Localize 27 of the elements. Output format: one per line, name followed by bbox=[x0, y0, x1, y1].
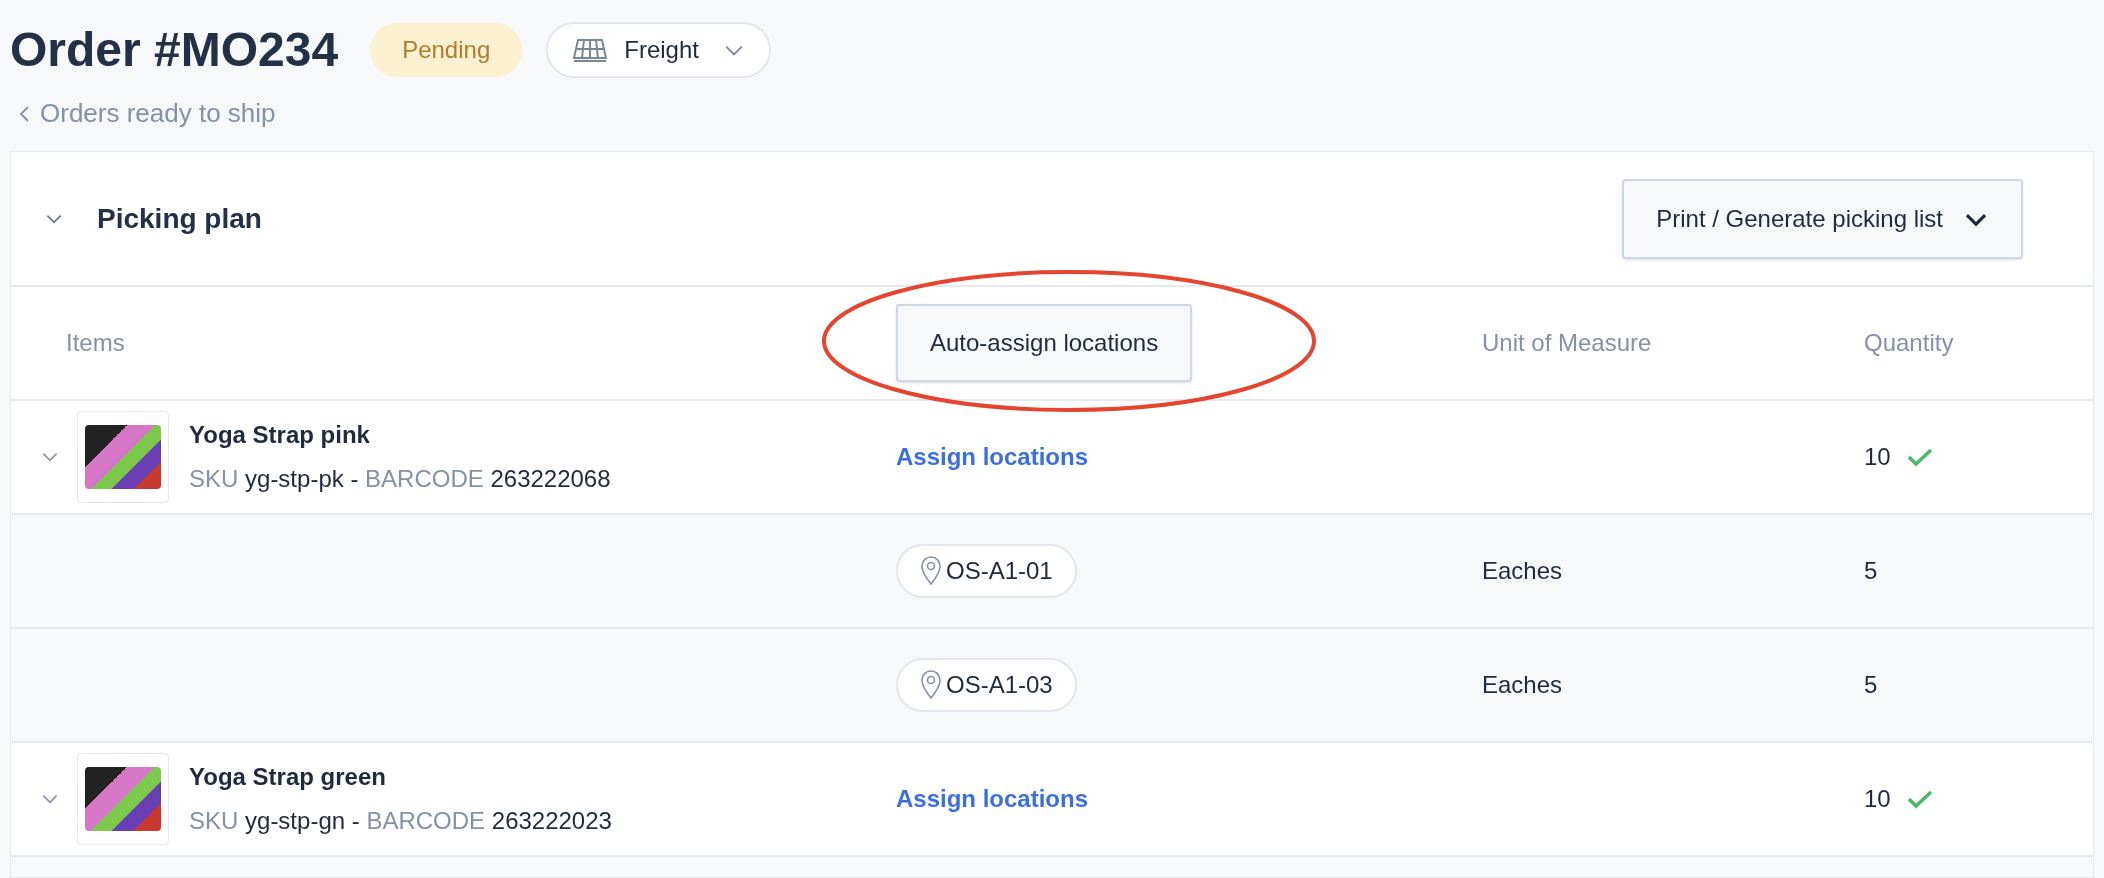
quantity-value: 5 bbox=[1864, 556, 1878, 586]
status-badge: Pending bbox=[370, 23, 523, 77]
map-pin-icon bbox=[920, 556, 942, 586]
map-pin-icon bbox=[920, 670, 942, 700]
column-header: Quantity bbox=[1864, 329, 1954, 356]
product-codes: SKU yg-stp-gn - BARCODE 263222023 bbox=[189, 806, 612, 836]
quantity-value: 10 bbox=[1864, 784, 1891, 814]
location-tag: OS-A1-01 bbox=[896, 544, 1077, 598]
order-title: Order #MO234 bbox=[10, 22, 339, 78]
product-name: Yoga Strap pink bbox=[189, 420, 371, 450]
section-title: Picking plan bbox=[97, 201, 262, 236]
shipping-method-dropdown[interactable]: Freight bbox=[546, 22, 771, 78]
product-name: Yoga Strap green bbox=[189, 762, 387, 792]
auto-assign-locations-button[interactable]: Auto-assign locations bbox=[896, 304, 1193, 382]
product-codes: SKU yg-stp-pk - BARCODE 263222068 bbox=[189, 464, 611, 494]
column-header: Unit of Measure bbox=[1482, 329, 1652, 356]
unit-value: Eaches bbox=[1482, 671, 1563, 698]
column-header: Items bbox=[66, 329, 125, 356]
pallet-icon bbox=[572, 37, 609, 63]
assign-locations-link[interactable]: Assign locations bbox=[896, 443, 1089, 470]
quantity-value: 5 bbox=[1864, 670, 1878, 700]
quantity-value: 10 bbox=[1864, 442, 1891, 472]
assign-locations-link[interactable]: Assign locations bbox=[896, 785, 1089, 812]
unit-value: Eaches bbox=[1482, 557, 1563, 584]
location-tag: OS-A1-03 bbox=[896, 658, 1077, 712]
print-picking-list-button[interactable]: Print / Generate picking list bbox=[1622, 178, 2023, 259]
chevron-left-icon bbox=[18, 103, 32, 124]
